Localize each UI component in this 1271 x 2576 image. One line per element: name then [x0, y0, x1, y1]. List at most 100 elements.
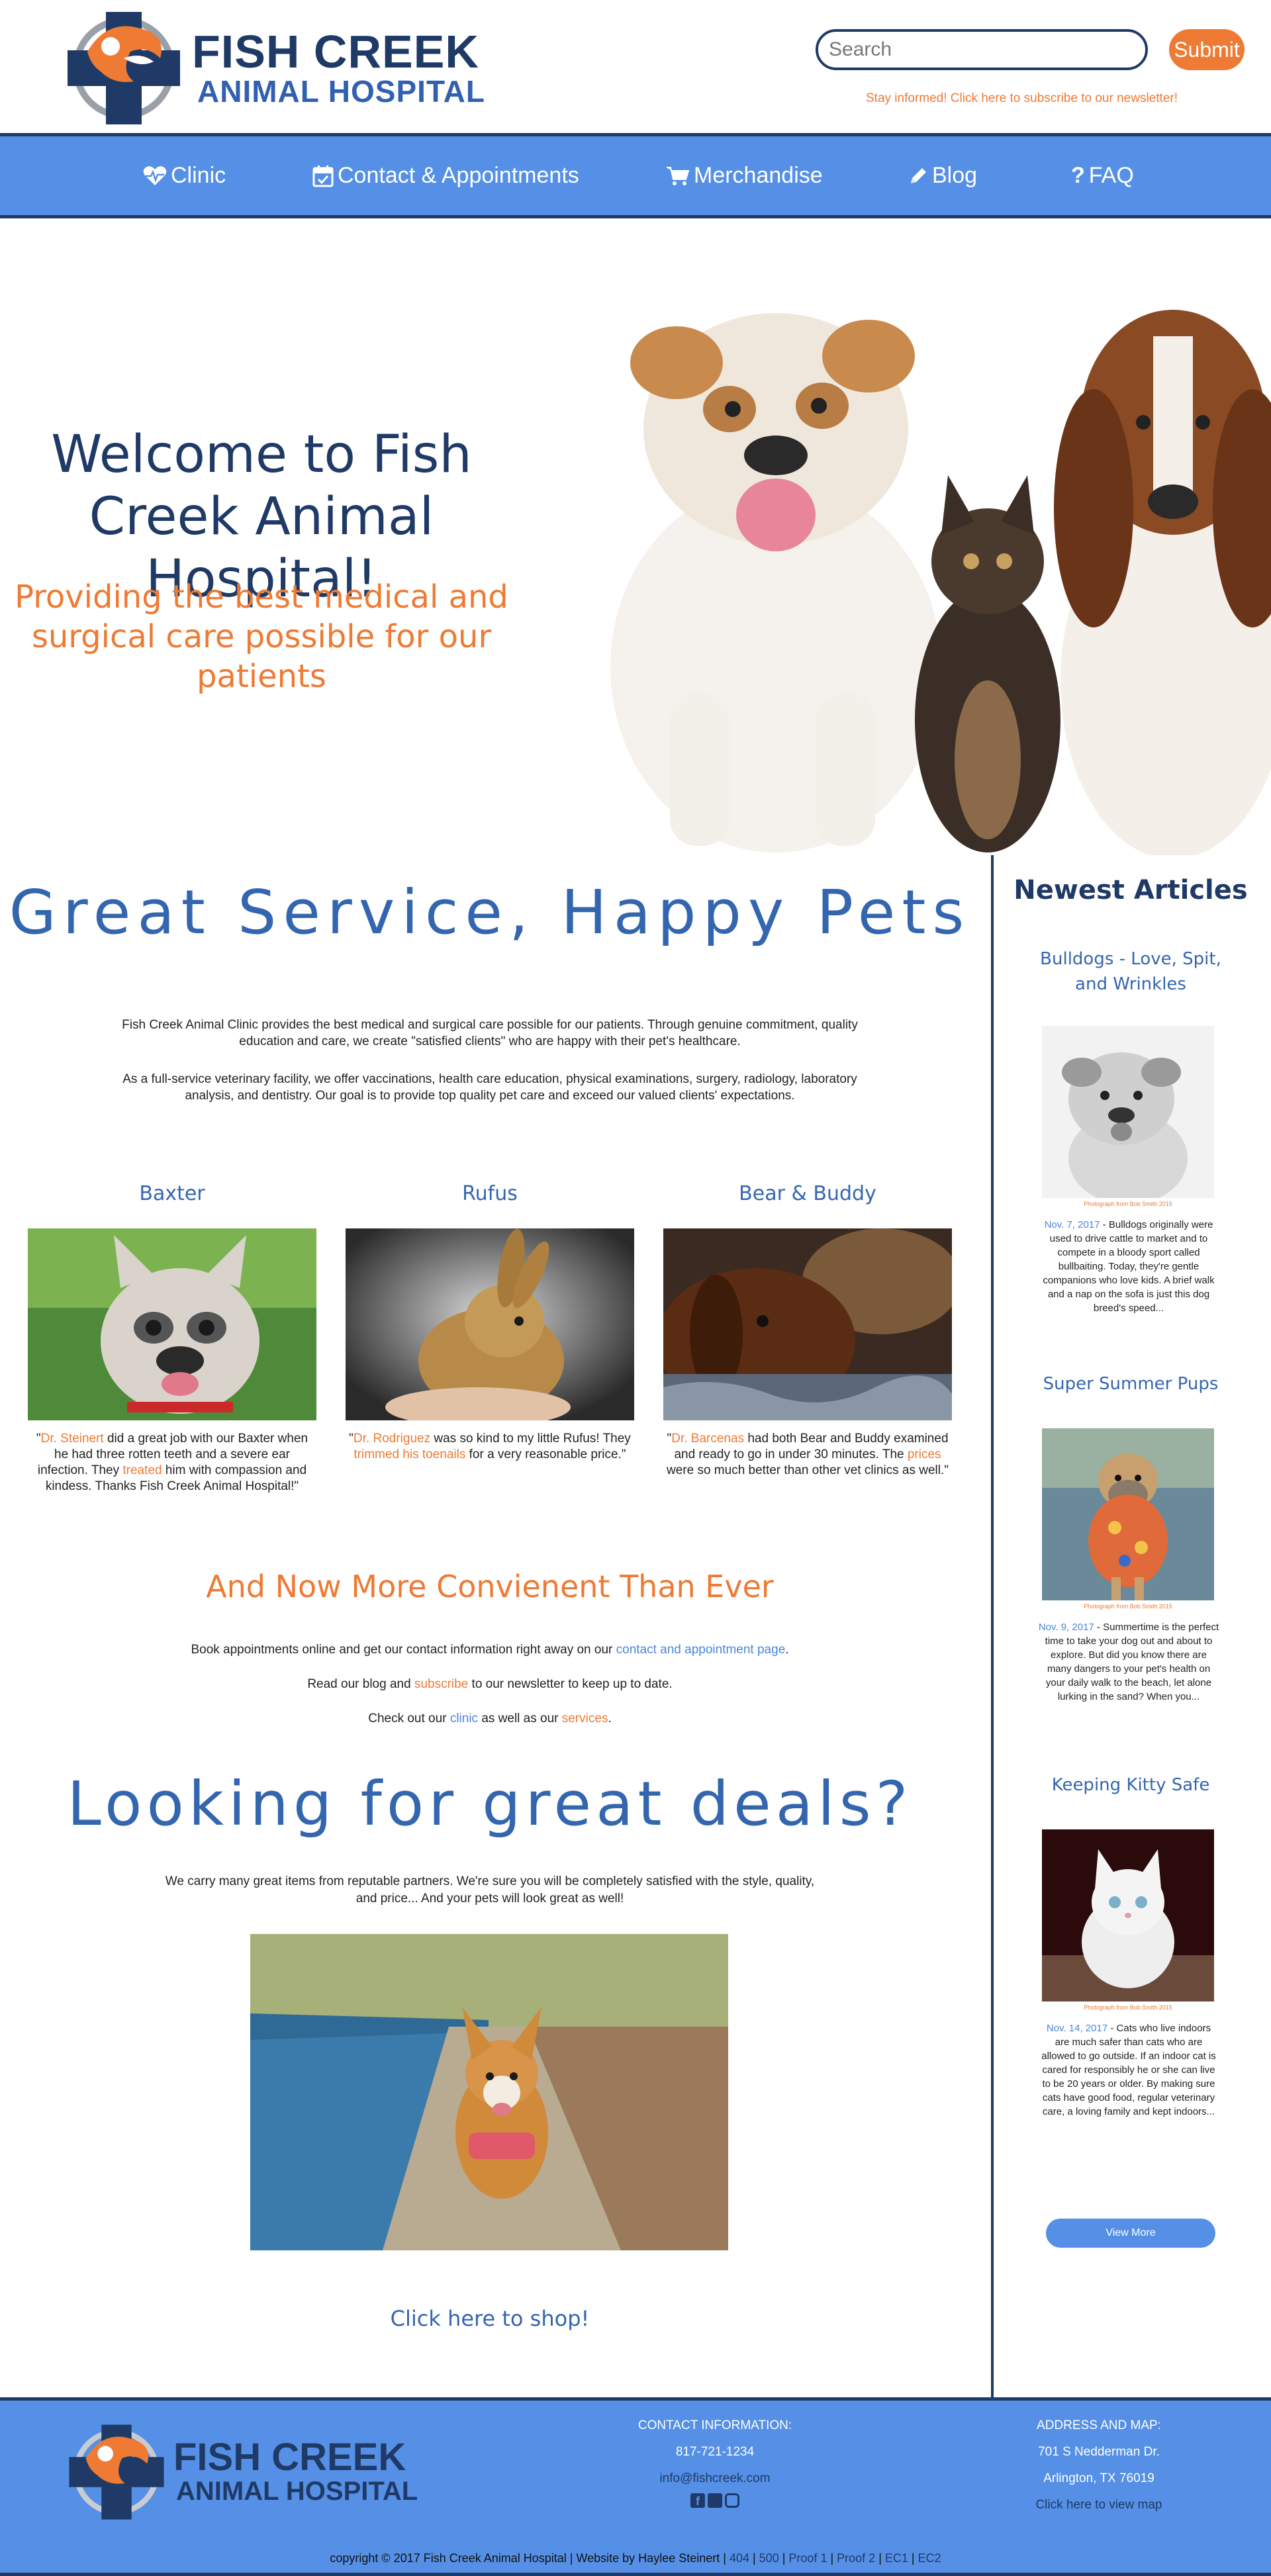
article-excerpt: Nov. 14, 2017 - Cats who live indoors ar… — [1041, 2023, 1216, 2117]
pet-photo-rufus — [346, 1228, 634, 1420]
facebook-icon[interactable]: f — [690, 2493, 705, 2508]
nav-label: FAQ — [1088, 163, 1134, 188]
site-logo[interactable]: FISH CREEK ANIMAL HOSPITAL — [61, 5, 485, 131]
copyright-text: copyright © 2017 Fish Creek Animal Hospi… — [330, 2552, 726, 2565]
photo-credit: Photograph from Bob Smith 2015 — [1084, 1201, 1172, 1207]
page-link-404[interactable]: 404 — [730, 2552, 749, 2565]
hero-subtitle: Providing the best medical and surgical … — [15, 578, 508, 695]
page-link-500[interactable]: 500 — [759, 2552, 779, 2565]
page-link-ec1[interactable]: EC1 — [885, 2552, 908, 2565]
nav-item-contact[interactable]: Contact & Appointments — [312, 163, 579, 189]
contact-appointment-link[interactable]: contact and appointment page — [616, 1643, 786, 1657]
column-divider — [991, 855, 994, 2397]
site-header: FISH CREEK ANIMAL HOSPITAL Submit Stay i… — [0, 0, 1271, 136]
page-link-proof-1[interactable]: Proof 1 — [788, 2552, 827, 2565]
intro-paragraph: As a full-service veterinary facility, w… — [122, 1072, 857, 1103]
page-link-proof-2[interactable]: Proof 2 — [837, 2552, 875, 2565]
search-input[interactable] — [816, 29, 1148, 70]
testimonial-quote: "Dr. Rodriguez was so kind to my little … — [349, 1432, 631, 1461]
pet-photo-baxter — [28, 1228, 316, 1420]
newsletter-link[interactable]: Stay informed! Click here to subscribe t… — [866, 91, 1178, 106]
nav-label: Contact & Appointments — [338, 163, 579, 188]
photo-credit: Photograph from Bob Smith 2015 — [1084, 1603, 1172, 1610]
nav-item-clinic[interactable]: Clinic — [143, 163, 226, 189]
site-footer: FISH CREEK ANIMAL HOSPITAL CONTACT INFOR… — [0, 2397, 1271, 2576]
pet-photo-bear-buddy — [663, 1228, 952, 1420]
main-nav: Clinic Contact & Appointments Merchandis… — [0, 136, 1271, 218]
nav-label: Blog — [932, 163, 978, 188]
logo-emblem-icon — [69, 2424, 164, 2520]
shop-link[interactable]: Click here to shop! — [0, 2306, 980, 2331]
nav-item-blog[interactable]: Blog — [908, 163, 977, 189]
doctor-link[interactable]: Dr. Steinert — [41, 1432, 104, 1446]
question-icon: ? — [1071, 163, 1085, 188]
nav-label: Merchandise — [694, 163, 823, 188]
article-date: Nov. 7, 2017 — [1044, 1219, 1100, 1230]
heartbeat-icon — [143, 165, 167, 187]
email-link[interactable]: info@fishcreek.com — [609, 2465, 821, 2492]
submit-button[interactable]: Submit — [1169, 29, 1245, 70]
testimonial-quote: "Dr. Barcenas had both Bear and Buddy ex… — [667, 1432, 949, 1477]
footer-logo[interactable]: FISH CREEK ANIMAL HOSPITAL — [64, 2419, 418, 2525]
footer-contact: CONTACT INFORMATION: 817-721-1234 info@f… — [609, 2413, 821, 2508]
footer-logo-subtitle: ANIMAL HOSPITAL — [176, 2477, 418, 2506]
page-link-ec2[interactable]: EC2 — [918, 2552, 941, 2565]
article-date: Nov. 9, 2017 — [1038, 1622, 1094, 1633]
service-link[interactable]: trimmed his toenails — [353, 1448, 465, 1461]
article-excerpt: Nov. 9, 2017 - Summertime is the perfect… — [1038, 1622, 1219, 1702]
search-form: Submit — [816, 29, 1245, 70]
article-title-link[interactable]: Super Summer Pups — [1025, 1371, 1237, 1397]
article-title-link[interactable]: Keeping Kitty Safe — [1025, 1772, 1237, 1798]
article-excerpt: Nov. 7, 2017 - Bulldogs originally were … — [1043, 1219, 1215, 1314]
contact-heading: CONTACT INFORMATION: — [637, 2418, 792, 2432]
convenient-line: Read our blog and subscribe to our newsl… — [307, 1677, 673, 1691]
section-heading-deals: Looking for great deals? — [67, 1769, 913, 1839]
services-link[interactable]: services — [562, 1712, 608, 1725]
convenient-line: Book appointments online and get our con… — [191, 1643, 789, 1657]
address-heading: ADDRESS AND MAP: — [1037, 2418, 1161, 2432]
street-address: 701 S Nedderman Dr. — [1038, 2445, 1160, 2459]
instagram-icon[interactable] — [725, 2493, 739, 2508]
article-title-link[interactable]: Bulldogs - Love, Spit, and Wrinkles — [1025, 946, 1237, 997]
main-content: Great Service, Happy Pets Fish Creek Ani… — [0, 855, 1271, 2397]
logo-emblem-icon — [68, 12, 180, 124]
phone-number: 817-721-1234 — [675, 2445, 755, 2459]
convenient-line: Check out our clinic as well as our serv… — [368, 1712, 612, 1725]
testimonial-quote: "Dr. Steinert did a great job with our B… — [36, 1432, 308, 1493]
view-more-button[interactable]: View More — [1046, 2219, 1215, 2248]
copyright-bar: copyright © 2017 Fish Creek Animal Hospi… — [330, 2552, 941, 2565]
deals-paragraph: We carry many great items from reputable… — [165, 1874, 815, 1906]
map-link[interactable]: Click here to view map — [993, 2492, 1205, 2518]
footer-logo-title: FISH CREEK — [173, 2436, 406, 2479]
section-heading-convenient: And Now More Convienent Than Ever — [206, 1569, 774, 1604]
intro-paragraph: Fish Creek Animal Clinic provides the be… — [122, 1018, 858, 1048]
social-icons: f — [609, 2493, 821, 2508]
doctor-link[interactable]: Dr. Rodriguez — [353, 1432, 430, 1446]
article-date: Nov. 14, 2017 — [1046, 2023, 1108, 2034]
cart-icon — [666, 165, 690, 187]
pet-name: Baxter — [139, 1182, 205, 1205]
article-image-bulldog — [1042, 1026, 1214, 1198]
pencil-icon — [908, 166, 928, 186]
logo-title: FISH CREEK — [192, 26, 479, 77]
hero-pets-image — [610, 310, 1271, 855]
pet-name: Bear & Buddy — [739, 1182, 876, 1205]
calendar-icon — [312, 165, 334, 187]
article-image-summer-pup — [1042, 1428, 1214, 1600]
logo-subtitle: ANIMAL HOSPITAL — [197, 74, 485, 109]
section-heading-service: Great Service, Happy Pets — [9, 877, 971, 948]
hero-section: Welcome to Fish Creek Animal Hospital! P… — [0, 218, 1271, 855]
city-address: Arlington, TX 76019 — [1043, 2471, 1154, 2485]
footer-address: ADDRESS AND MAP: 701 S Nedderman Dr. Arl… — [993, 2413, 1205, 2518]
nav-item-merchandise[interactable]: Merchandise — [666, 163, 823, 189]
clinic-link[interactable]: clinic — [450, 1712, 478, 1725]
nav-item-faq[interactable]: ? FAQ — [1071, 163, 1134, 189]
sidebar-title: Newest Articles — [1013, 875, 1248, 905]
service-link[interactable]: prices — [908, 1448, 941, 1461]
pet-name: Rufus — [462, 1182, 518, 1205]
article-image-kitten — [1042, 1829, 1214, 2001]
service-link[interactable]: treated — [122, 1463, 162, 1477]
subscribe-link[interactable]: subscribe — [414, 1677, 468, 1691]
doctor-link[interactable]: Dr. Barcenas — [671, 1432, 744, 1446]
twitter-icon[interactable] — [708, 2493, 722, 2508]
